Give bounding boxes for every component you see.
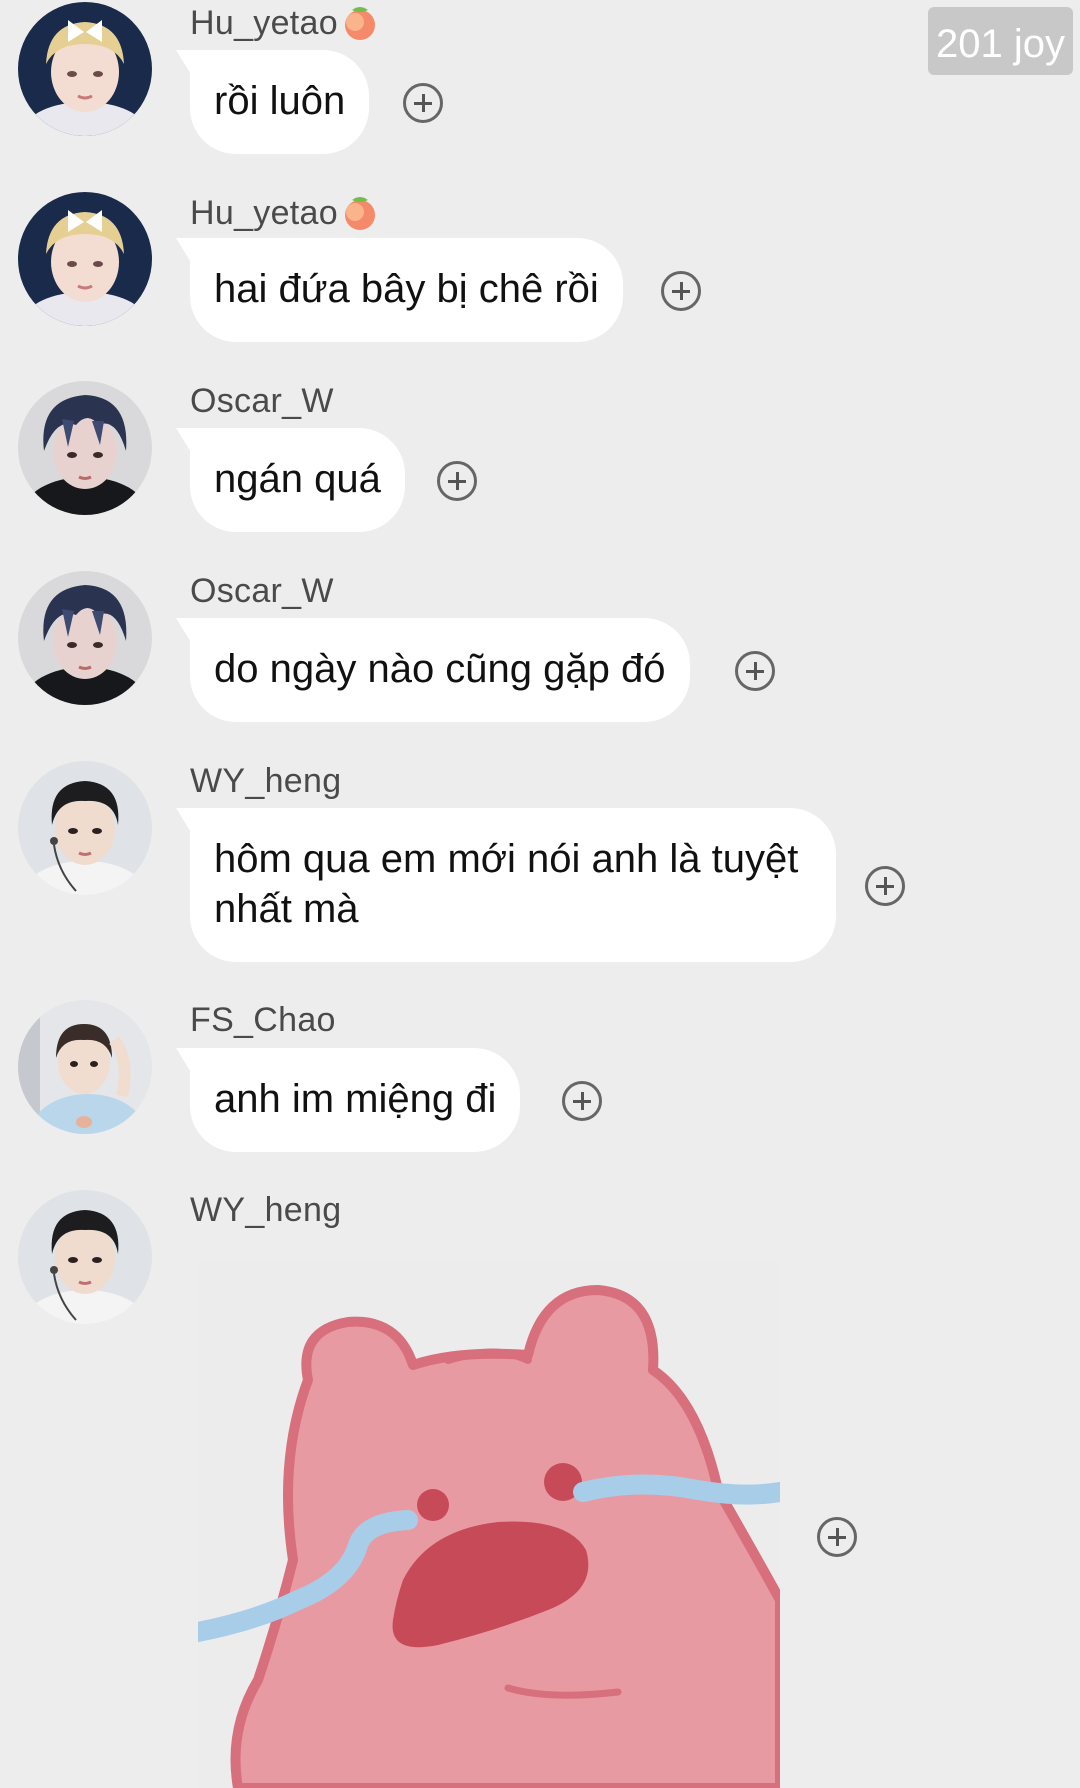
sender-name: WY_heng bbox=[190, 762, 342, 800]
plus-circle-icon[interactable] bbox=[817, 1517, 857, 1557]
message-bubble[interactable]: hôm qua em mới nói anh là tuyệt nhất mà bbox=[176, 808, 836, 962]
avatar[interactable] bbox=[18, 381, 152, 515]
sender-name: Hu_yetao bbox=[190, 192, 380, 233]
crying-pink-bear-sticker[interactable] bbox=[198, 1260, 780, 1788]
sender-name: Oscar_W bbox=[190, 382, 334, 420]
plus-circle-icon[interactable] bbox=[865, 866, 905, 906]
sender-name: Hu_yetao bbox=[190, 2, 380, 43]
peach-emoji-icon bbox=[344, 7, 375, 40]
avatar[interactable] bbox=[18, 761, 152, 895]
sender-name: FS_Chao bbox=[190, 1001, 336, 1039]
plus-circle-icon[interactable] bbox=[735, 651, 775, 691]
watermark-badge: 201 joy bbox=[928, 7, 1073, 75]
sender-name-text: Hu_yetao bbox=[190, 4, 338, 42]
crying-bear-illustration bbox=[198, 1260, 780, 1788]
sender-name-text: Hu_yetao bbox=[190, 194, 338, 232]
plus-circle-icon[interactable] bbox=[403, 83, 443, 123]
avatar[interactable] bbox=[18, 571, 152, 705]
message-bubble[interactable]: hai đứa bây bị chê rồi bbox=[176, 238, 623, 342]
sender-name: Oscar_W bbox=[190, 572, 334, 610]
avatar[interactable] bbox=[18, 192, 152, 326]
message-bubble[interactable]: anh im miệng đi bbox=[175, 1048, 521, 1152]
avatar[interactable] bbox=[18, 1190, 152, 1324]
plus-circle-icon[interactable] bbox=[661, 271, 701, 311]
avatar[interactable] bbox=[18, 2, 152, 136]
sender-name: WY_heng bbox=[190, 1191, 342, 1229]
plus-circle-icon[interactable] bbox=[437, 461, 477, 501]
peach-emoji-icon bbox=[344, 197, 375, 230]
message-bubble[interactable]: rồi luôn bbox=[175, 50, 370, 154]
message-bubble[interactable]: do ngày nào cũng gặp đó bbox=[176, 618, 690, 722]
message-bubble[interactable]: ngán quá bbox=[176, 428, 405, 532]
avatar[interactable] bbox=[18, 1000, 152, 1134]
plus-circle-icon[interactable] bbox=[562, 1081, 602, 1121]
